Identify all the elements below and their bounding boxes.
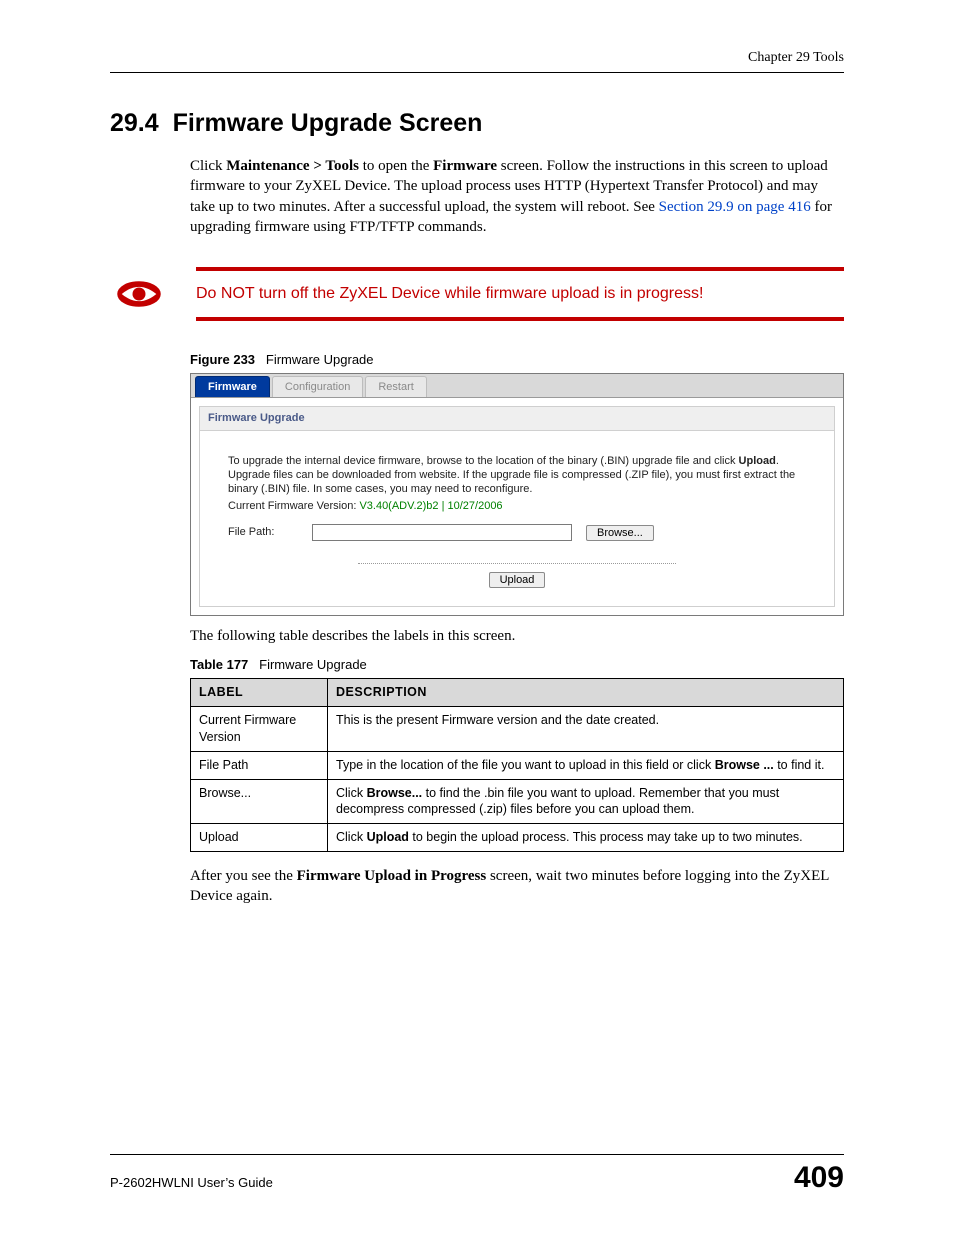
cell-label: Upload (191, 824, 328, 852)
tab-bar: Firmware Configuration Restart (191, 374, 843, 399)
table-intro-line: The following table describes the labels… (190, 626, 844, 646)
table-row: Upload Click Upload to begin the upload … (191, 824, 844, 852)
warning-text: Do NOT turn off the ZyXEL Device while f… (196, 271, 844, 317)
cell-desc-pre: This is the present Firmware version and… (336, 713, 659, 727)
instr-pre: To upgrade the internal device firmware,… (228, 455, 739, 467)
cell-label: Current Firmware Version (191, 706, 328, 751)
footer-guide-name: P-2602HWLNI User’s Guide (110, 1175, 273, 1190)
firmware-version-line: Current Firmware Version: V3.40(ADV.2)b2… (228, 500, 806, 514)
section-heading: 29.4 Firmware Upgrade Screen (110, 109, 844, 138)
cell-desc-pre: Click (336, 830, 367, 844)
cell-desc: Type in the location of the file you wan… (328, 751, 844, 779)
table-number: Table 177 (190, 657, 248, 672)
description-table: LABEL DESCRIPTION Current Firmware Versi… (190, 678, 844, 852)
cell-label: Browse... (191, 779, 328, 824)
fw-ver-value: V3.40(ADV.2)b2 | 10/27/2006 (359, 500, 502, 512)
figure-caption: Figure 233 Firmware Upgrade (190, 351, 844, 369)
browse-button[interactable]: Browse... (586, 525, 654, 541)
tab-firmware[interactable]: Firmware (195, 376, 270, 398)
intro-paragraph: Click Maintenance > Tools to open the Fi… (190, 156, 844, 237)
top-rule (110, 72, 844, 73)
instr-bold: Upload (739, 455, 776, 467)
firmware-screenshot: Firmware Configuration Restart Firmware … (190, 373, 844, 617)
tab-restart[interactable]: Restart (365, 376, 426, 398)
cell-desc: Click Upload to begin the upload process… (328, 824, 844, 852)
intro-link[interactable]: Section 29.9 on page 416 (659, 199, 811, 215)
tab-configuration[interactable]: Configuration (272, 376, 363, 398)
table-row: File Path Type in the location of the fi… (191, 751, 844, 779)
table-row: Browse... Click Browse... to find the .b… (191, 779, 844, 824)
closing-paragraph: After you see the Firmware Upload in Pro… (190, 866, 844, 907)
intro-mid1: to open the (359, 158, 433, 174)
cell-desc-post: to find it. (774, 758, 825, 772)
fw-ver-label: Current Firmware Version: (228, 500, 359, 512)
table-title: Firmware Upgrade (259, 657, 367, 672)
section-title: Firmware Upgrade Screen (173, 109, 483, 137)
cell-desc-pre: Click (336, 786, 367, 800)
panel-title: Firmware Upgrade (200, 407, 834, 431)
cell-desc: Click Browse... to find the .bin file yo… (328, 779, 844, 824)
cell-label: File Path (191, 751, 328, 779)
filepath-label: File Path: (228, 525, 298, 540)
cell-desc-bold: Browse ... (715, 758, 774, 772)
section-number: 29.4 (110, 109, 159, 137)
dotted-separator (358, 563, 676, 564)
figure-title: Firmware Upgrade (266, 352, 374, 367)
cell-desc-bold: Upload (367, 830, 409, 844)
intro-bold1: Maintenance > Tools (226, 158, 359, 174)
cell-desc-pre: Type in the location of the file you wan… (336, 758, 715, 772)
cell-desc-bold: Browse... (367, 786, 423, 800)
intro-text: Click (190, 158, 226, 174)
upload-button[interactable]: Upload (489, 572, 546, 588)
table-caption: Table 177 Firmware Upgrade (190, 656, 844, 674)
closing-bold: Firmware Upload in Progress (297, 868, 487, 884)
warning-eye-icon (110, 279, 196, 309)
figure-number: Figure 233 (190, 352, 255, 367)
cell-desc: This is the present Firmware version and… (328, 706, 844, 751)
table-row: Current Firmware Version This is the pre… (191, 706, 844, 751)
panel-instructions: To upgrade the internal device firmware,… (228, 455, 806, 496)
cell-desc-post: to begin the upload process. This proces… (409, 830, 803, 844)
warning-bar-bottom (196, 317, 844, 321)
filepath-input[interactable] (312, 524, 572, 541)
intro-bold2: Firmware (433, 158, 497, 174)
footer-rule (110, 1154, 844, 1155)
footer-page-number: 409 (794, 1161, 844, 1195)
chapter-header: Chapter 29 Tools (110, 50, 844, 66)
th-description: DESCRIPTION (328, 679, 844, 707)
closing-pre: After you see the (190, 868, 297, 884)
page-footer: P-2602HWLNI User’s Guide 409 (110, 1154, 844, 1195)
th-label: LABEL (191, 679, 328, 707)
